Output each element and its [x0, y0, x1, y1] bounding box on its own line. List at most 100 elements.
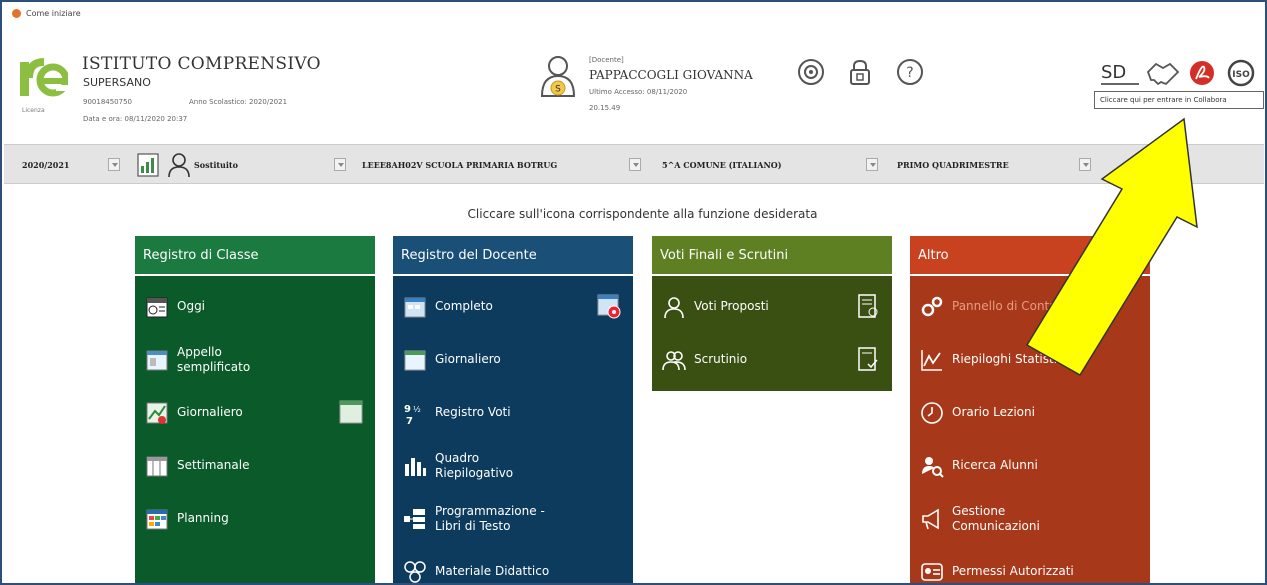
school-select[interactable]: LEEE8AH02V SCUOLA PRIMARIA BOTRUG [362, 160, 557, 170]
program-icon [404, 508, 425, 529]
item-label: Completo [435, 299, 493, 313]
calendar-window-icon[interactable] [339, 399, 363, 425]
menu-item-programmazione[interactable]: Programmazione - Libri di Testo [393, 492, 633, 545]
teacher-role: [Docente] [589, 56, 624, 64]
license-label: Licenza [22, 107, 45, 114]
item-label: Permessi Autorizzati [952, 564, 1074, 578]
megaphone-icon [922, 508, 939, 529]
bar-chart-icon [405, 457, 426, 476]
item-label: Quadro Riepilogativo [435, 450, 514, 480]
target-icon[interactable] [797, 58, 825, 86]
item-label: Giornaliero [177, 405, 243, 419]
last-access: Ultimo Accesso: 08/11/2020 [589, 88, 688, 96]
iso-icon[interactable]: ISO [1226, 58, 1256, 88]
menu-item-gestione-comunicazioni[interactable]: Gestione Comunicazioni [910, 492, 1150, 545]
menu-item-permessi-autorizzati[interactable]: Permessi Autorizzati [910, 545, 1150, 583]
svg-text:ISO: ISO [1232, 70, 1250, 80]
calendar-week-icon [146, 456, 168, 476]
window-title: Come iniziare [26, 8, 81, 18]
item-label: Ricerca Alunni [952, 458, 1038, 472]
menu-item-quadro-riepilogativo[interactable]: Quadro Riepilogativo [393, 439, 633, 492]
gears-icon [921, 296, 943, 316]
current-datetime: Data e ora: 08/11/2020 20:37 [83, 115, 188, 123]
item-label: Voti Proposti [694, 299, 769, 313]
school-year-select[interactable]: 2020/2021 [22, 160, 69, 170]
menu-item-giornaliero-docente[interactable]: Giornaliero [393, 333, 633, 386]
item-label: Settimanale [177, 458, 250, 472]
window-titlebar: Come iniziare [4, 4, 1264, 22]
svg-text:?: ? [906, 65, 913, 81]
teacher-name: PAPPACCOGLI GIOVANNA [589, 68, 753, 82]
permits-icon [921, 562, 943, 581]
item-label: Materiale Didattico [435, 564, 550, 578]
svg-text:½: ½ [413, 405, 421, 414]
app-icon [12, 8, 21, 18]
item-label: Planning [177, 511, 229, 525]
application-window: Come iniziare Licenza ISTITUTO COMPRENSI… [0, 0, 1267, 585]
sd-icon[interactable]: SD [1099, 58, 1141, 88]
menu-item-scrutinio[interactable]: Scrutinio [652, 333, 892, 386]
menu-item-appello-semplificato[interactable]: Appello semplificato [135, 333, 375, 386]
grades-icon: 9 ½7 [404, 404, 421, 425]
substitute-dropdown-button[interactable] [334, 158, 346, 171]
statistics-icon [921, 349, 942, 371]
item-label: Registro Voti [435, 405, 511, 419]
help-icon[interactable]: ? [896, 58, 924, 86]
teaching-material-icon [404, 560, 426, 583]
menu-item-orario-lezioni[interactable]: Orario Lezioni [910, 386, 1150, 439]
acrobat-icon[interactable] [1187, 58, 1217, 88]
menu-item-voti-proposti[interactable]: Voti Proposti [652, 280, 892, 333]
svg-text:7: 7 [406, 416, 413, 425]
substitute-label: Sostituito [194, 160, 238, 170]
svg-text:SD: SD [1101, 62, 1126, 83]
re-logo-icon[interactable] [20, 54, 68, 98]
panel-title: Registro di Classe [135, 236, 375, 276]
teacher-avatar-icon: S [540, 56, 576, 97]
item-label: Oggi [177, 299, 206, 313]
calendar-full-icon [404, 297, 426, 317]
item-label: Scrutinio [694, 352, 748, 366]
teacher-badge: S [555, 85, 561, 95]
class-dropdown-button[interactable] [866, 158, 878, 171]
svg-text:9: 9 [404, 404, 411, 415]
menu-item-settimanale[interactable]: Settimanale [135, 439, 375, 492]
item-label: Programmazione - Libri di Testo [435, 503, 545, 533]
lock-icon[interactable] [846, 58, 874, 86]
menu-item-completo[interactable]: Completo [393, 280, 633, 333]
handshake-icon[interactable] [1146, 58, 1180, 88]
last-access-time: 20.15.49 [589, 104, 621, 112]
panel-registro-classe: Registro di Classe Oggi Appello semplifi… [135, 236, 375, 583]
calendar-alert-icon[interactable] [597, 293, 621, 319]
chart-edit-icon [146, 402, 168, 424]
year-dropdown-button[interactable] [108, 158, 120, 171]
menu-item-materiale-didattico[interactable]: Materiale Didattico [393, 545, 633, 583]
calendar-today-icon [146, 297, 168, 317]
menu-item-ricerca-alunni[interactable]: Ricerca Alunni [910, 439, 1150, 492]
class-select[interactable]: 5^A COMUNE (ITALIANO) [662, 160, 782, 170]
menu-item-oggi[interactable]: Oggi [135, 280, 375, 333]
register-chart-icon[interactable] [136, 152, 160, 178]
yellow-arrow-annotation [1025, 117, 1198, 377]
report-document-icon[interactable] [856, 293, 880, 319]
menu-item-giornaliero[interactable]: Giornaliero [135, 386, 375, 439]
school-code: 90018450750 [83, 98, 132, 106]
item-label: Orario Lezioni [952, 405, 1035, 419]
school-year: Anno Scolastico: 2020/2021 [189, 98, 288, 106]
menu-item-registro-voti[interactable]: 9½7 Registro Voti [393, 386, 633, 439]
clock-icon [921, 401, 943, 424]
school-name: ISTITUTO COMPRENSIVO [82, 54, 321, 74]
substitute-user-icon[interactable] [168, 152, 192, 178]
calendar-check-icon [146, 350, 168, 370]
menu-item-planning[interactable]: Planning [135, 492, 375, 545]
users-outline-icon [662, 350, 686, 370]
check-document-icon[interactable] [856, 346, 880, 372]
panel-voti-finali: Voti Finali e Scrutini Voti Proposti Scr… [652, 236, 892, 391]
item-label: Gestione Comunicazioni [952, 503, 1040, 533]
panel-title: Voti Finali e Scrutini [652, 236, 892, 276]
user-outline-icon [664, 296, 684, 318]
panel-title: Registro del Docente [393, 236, 633, 276]
item-label: Giornaliero [435, 352, 501, 366]
planning-grid-icon [146, 509, 168, 529]
period-select[interactable]: PRIMO QUADRIMESTRE [897, 160, 1009, 170]
school-dropdown-button[interactable] [629, 158, 641, 171]
